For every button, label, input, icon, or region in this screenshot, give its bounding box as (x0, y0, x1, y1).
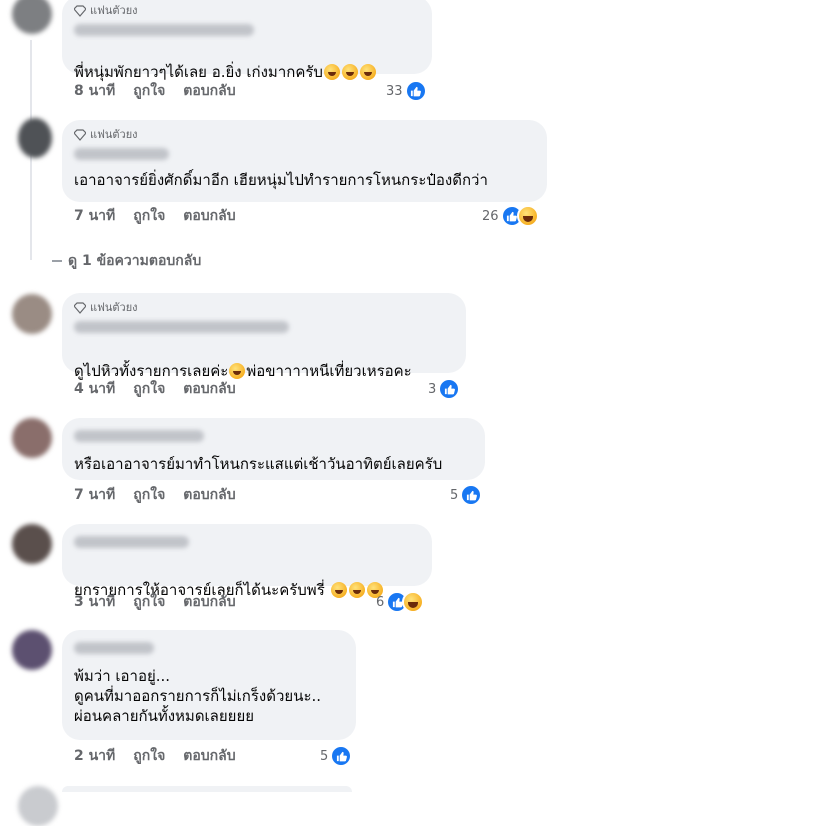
avatar[interactable] (12, 0, 52, 34)
like-button[interactable]: ถูกใจ (133, 206, 165, 226)
avatar[interactable] (12, 294, 52, 334)
diamond-icon (74, 302, 86, 314)
reaction-summary[interactable]: 3 (428, 378, 461, 400)
comment-bubble: พ้มว่า เอาอยู่... ดูคนที่มาออกรายการก็ไม… (62, 630, 356, 740)
diamond-icon (74, 5, 86, 17)
view-replies-label: ดู 1 ข้อความตอบกลับ (68, 253, 202, 269)
grinning-emoji-icon (359, 64, 376, 80)
reply-button[interactable]: ตอบกลับ (183, 485, 235, 505)
commenter-name[interactable] (74, 642, 154, 654)
laughing-emoji-icon (348, 582, 365, 598)
comment-time[interactable]: 4 นาที (74, 379, 115, 399)
top-fan-badge: แฟนตัวยง (74, 128, 535, 142)
comment-bubble: ยกรายการให้อาจารย์เลยก็ได้นะครับพรี่ (62, 524, 432, 599)
badge-label: แฟนตัวยง (90, 4, 138, 17)
reply-button[interactable]: ตอบกลับ (183, 81, 235, 101)
comment-actions: 2 นาที ถูกใจ ตอบกลับ (74, 746, 236, 766)
like-button[interactable]: ถูกใจ (133, 379, 165, 399)
top-fan-badge: แฟนตัวยง (74, 301, 454, 315)
comment-bubble (62, 786, 352, 792)
like-button[interactable]: ถูกใจ (133, 746, 165, 766)
reaction-count: 6 (376, 594, 385, 610)
avatar[interactable] (12, 418, 52, 458)
comment-text: พ้มว่า เอาอยู่... ดูคนที่มาออกรายการก็ไม… (74, 667, 322, 725)
haha-icon (516, 205, 539, 227)
reaction-summary[interactable]: 33 (386, 80, 427, 102)
badge-label: แฟนตัวยง (90, 301, 138, 314)
haha-icon (402, 591, 425, 613)
like-button[interactable]: ถูกใจ (133, 592, 165, 612)
comment-actions: 8 นาที ถูกใจ ตอบกลับ (74, 81, 236, 101)
like-icon (438, 378, 461, 400)
reaction-count: 33 (386, 83, 403, 99)
grinning-emoji-icon (229, 363, 246, 379)
comment-time[interactable]: 8 นาที (74, 81, 115, 101)
comment-text: ดูไปหิวทั้งรายการเลยค่ะ พ่อขาาาาหนีเที่ยว… (74, 362, 412, 380)
comment-time[interactable]: 7 นาที (74, 206, 115, 226)
reaction-summary[interactable]: 6 (376, 591, 425, 613)
reply-button[interactable]: ตอบกลับ (183, 592, 235, 612)
comment-bubble: หรือเอาอาจารย์มาทำโหนกระแสแต่เช้าวันอาทิ… (62, 418, 485, 480)
grinning-emoji-icon (323, 64, 340, 80)
reaction-count: 26 (482, 208, 499, 224)
laughing-emoji-icon (330, 582, 347, 598)
avatar[interactable] (12, 524, 52, 564)
like-button[interactable]: ถูกใจ (133, 485, 165, 505)
like-icon (330, 745, 353, 767)
reply-button[interactable]: ตอบกลับ (183, 206, 235, 226)
reaction-count: 5 (450, 487, 459, 503)
grinning-emoji-icon (341, 64, 358, 80)
avatar[interactable] (12, 630, 52, 670)
reaction-summary[interactable]: 5 (450, 484, 483, 506)
commenter-name[interactable] (74, 430, 204, 442)
reaction-count: 5 (320, 748, 329, 764)
reply-button[interactable]: ตอบกลับ (183, 746, 235, 766)
commenter-name[interactable] (74, 536, 189, 548)
comment-time[interactable]: 7 นาที (74, 485, 115, 505)
commenter-name[interactable] (74, 148, 169, 160)
reply-dash (52, 260, 62, 262)
comment-bubble: แฟนตัวยง พี่หนุ่มพักยาวๆได้เลย อ.ยิ่ง เก… (62, 0, 432, 81)
like-icon (460, 484, 483, 506)
comment-actions: 3 นาที ถูกใจ ตอบกลับ (74, 592, 236, 612)
comment-text: พี่หนุ่มพักยาวๆได้เลย อ.ยิ่ง เก่งมากครับ (74, 42, 420, 82)
reaction-count: 3 (428, 381, 437, 397)
commenter-name[interactable] (74, 24, 254, 36)
comment-actions: 7 นาที ถูกใจ ตอบกลับ (74, 485, 236, 505)
diamond-icon (74, 129, 86, 141)
like-button[interactable]: ถูกใจ (133, 81, 165, 101)
comment-time[interactable]: 3 นาที (74, 592, 115, 612)
reaction-summary[interactable]: 5 (320, 745, 353, 767)
comment-text: เอาอาจารย์ยิ่งศักดิ์มาอีก เฮียหนุ่มไปทำร… (74, 171, 488, 189)
like-icon (404, 80, 427, 102)
comment-bubble: แฟนตัวยง ดูไปหิวทั้งรายการเลยค่ะ พ่อขาาาา… (62, 293, 466, 380)
comment-time[interactable]: 2 นาที (74, 746, 115, 766)
avatar[interactable] (18, 786, 58, 826)
top-fan-badge: แฟนตัวยง (74, 4, 420, 18)
comment-actions: 7 นาที ถูกใจ ตอบกลับ (74, 206, 236, 226)
comment-actions: 4 นาที ถูกใจ ตอบกลับ (74, 379, 236, 399)
reply-button[interactable]: ตอบกลับ (183, 379, 235, 399)
avatar[interactable] (18, 118, 52, 158)
badge-label: แฟนตัวยง (90, 128, 138, 141)
comment-text: หรือเอาอาจารย์มาทำโหนกระแสแต่เช้าวันอาทิ… (74, 455, 443, 473)
view-replies-link[interactable]: ดู 1 ข้อความตอบกลับ (52, 250, 201, 272)
reaction-summary[interactable]: 26 (482, 205, 539, 227)
comment-bubble: แฟนตัวยง เอาอาจารย์ยิ่งศักดิ์มาอีก เฮียห… (62, 120, 547, 202)
commenter-name[interactable] (74, 321, 289, 333)
